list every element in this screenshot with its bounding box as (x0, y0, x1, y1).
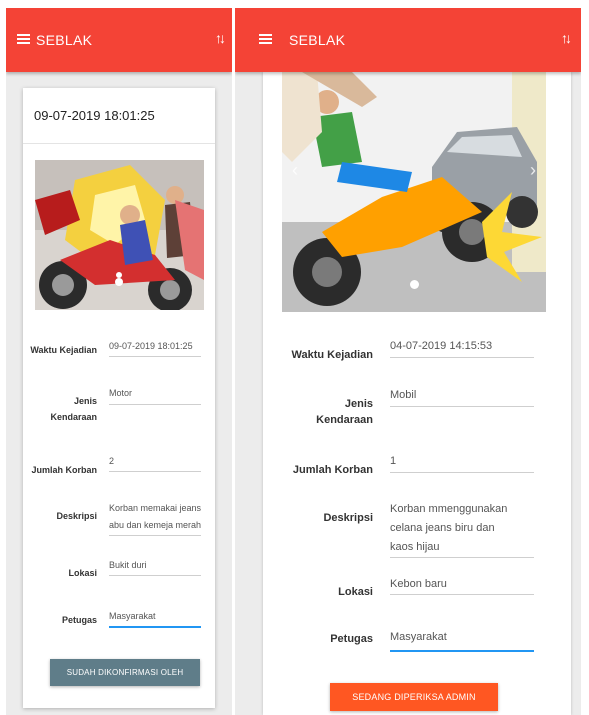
app-bar: SEBLAK ↑↓ (6, 8, 232, 72)
lokasi-label: Lokasi (338, 586, 373, 598)
petugas-label: Petugas (330, 633, 373, 645)
waktu-value: 04-07-2019 14:15:53 (390, 340, 493, 352)
incident-photo[interactable]: ‹ › (282, 72, 546, 312)
waktu-label: Waktu Kejadian (291, 349, 374, 361)
status-button[interactable]: SUDAH DIKONFIRMASI OLEH KELUARGA (50, 659, 200, 704)
jumlah-label: Jumlah Korban (31, 465, 97, 475)
waktu-label: Waktu Kejadian (30, 345, 97, 355)
deskripsi-value-line2: celana jeans biru dan (390, 522, 495, 534)
deskripsi-underline (390, 557, 534, 558)
jenis-value: Mobil (390, 389, 417, 401)
jumlah-underline (390, 472, 534, 473)
petugas-underline (390, 650, 534, 652)
deskripsi-label: Deskripsi (56, 511, 97, 521)
petugas-label: Petugas (61, 615, 97, 625)
deskripsi-underline (109, 535, 201, 536)
jenis-label: Jenis (25, 396, 97, 406)
petugas-underline (109, 626, 201, 628)
car-motorcycle-crash-illustration (282, 72, 546, 312)
jenis-underline (390, 406, 534, 407)
report-datetime: 09-07-2019 18:01:25 (34, 108, 155, 123)
deskripsi-value-line1: Korban memakai jeans (109, 503, 202, 513)
jenis-underline (109, 404, 201, 405)
jenis-label-line1: Jenis (73, 396, 97, 406)
waktu-underline (109, 356, 201, 357)
jumlah-value: 1 (390, 455, 397, 467)
divider (23, 143, 215, 144)
sort-icon[interactable]: ↑↓ (561, 30, 572, 46)
incident-photo[interactable] (35, 160, 204, 310)
stage: SEBLAK ↑↓ 09-07-2019 18:01:25 Waktu Keja… (0, 0, 589, 715)
report-card: 09-07-2019 18:01:25 Waktu Kejadian 09-07… (23, 88, 215, 708)
deskripsi-label: Deskripsi (323, 512, 373, 524)
left-screen: SEBLAK ↑↓ 09-07-2019 18:01:25 Waktu Keja… (6, 8, 232, 715)
sort-icon[interactable]: ↑↓ (215, 30, 226, 46)
jenis-label-line2: Kendaraan (50, 412, 97, 422)
right-screen: SEBLAK ↑↓ ‹ › Waktu Kejadian 04-07-2019 … (235, 8, 581, 715)
report-card: ‹ › Waktu Kejadian 04-07-2019 14:15:53 J… (263, 72, 571, 715)
app-title: SEBLAK (36, 32, 93, 48)
menu-icon[interactable] (259, 34, 272, 44)
jumlah-value: 2 (109, 456, 115, 466)
waktu-value: 09-07-2019 18:01:25 (109, 341, 193, 351)
jenis-value: Motor (109, 388, 133, 398)
lokasi-label: Lokasi (68, 568, 97, 578)
motorcycle-crash-illustration (35, 160, 204, 310)
petugas-value[interactable]: Masyarakat (390, 631, 447, 643)
lokasi-value: Kebon baru (390, 578, 447, 590)
deskripsi-value-line2: abu dan kemeja merah (109, 520, 202, 530)
carousel-indicator[interactable] (410, 280, 419, 289)
chevron-left-icon[interactable]: ‹ (292, 160, 298, 181)
waktu-underline (390, 357, 534, 358)
lokasi-underline (390, 594, 534, 595)
deskripsi-value-line1: Korban mmenggunakan (390, 503, 508, 515)
petugas-value[interactable]: Masyarakat (109, 611, 156, 621)
status-button[interactable]: SEDANG DIPERIKSA ADMIN (330, 683, 498, 711)
jenis-label-line2: Kendaraan (316, 414, 373, 426)
lokasi-underline (109, 575, 201, 576)
jumlah-underline (109, 471, 201, 472)
jumlah-label: Jumlah Korban (292, 464, 373, 476)
chevron-right-icon[interactable]: › (530, 160, 536, 181)
app-bar: SEBLAK ↑↓ (235, 8, 581, 72)
app-title: SEBLAK (289, 32, 346, 48)
jenis-label-line1: Jenis (344, 398, 373, 410)
lokasi-value: Bukit duri (109, 560, 147, 570)
deskripsi-value-line3: kaos hijau (390, 541, 440, 553)
carousel-indicator[interactable] (115, 278, 123, 286)
menu-icon[interactable] (17, 34, 30, 44)
